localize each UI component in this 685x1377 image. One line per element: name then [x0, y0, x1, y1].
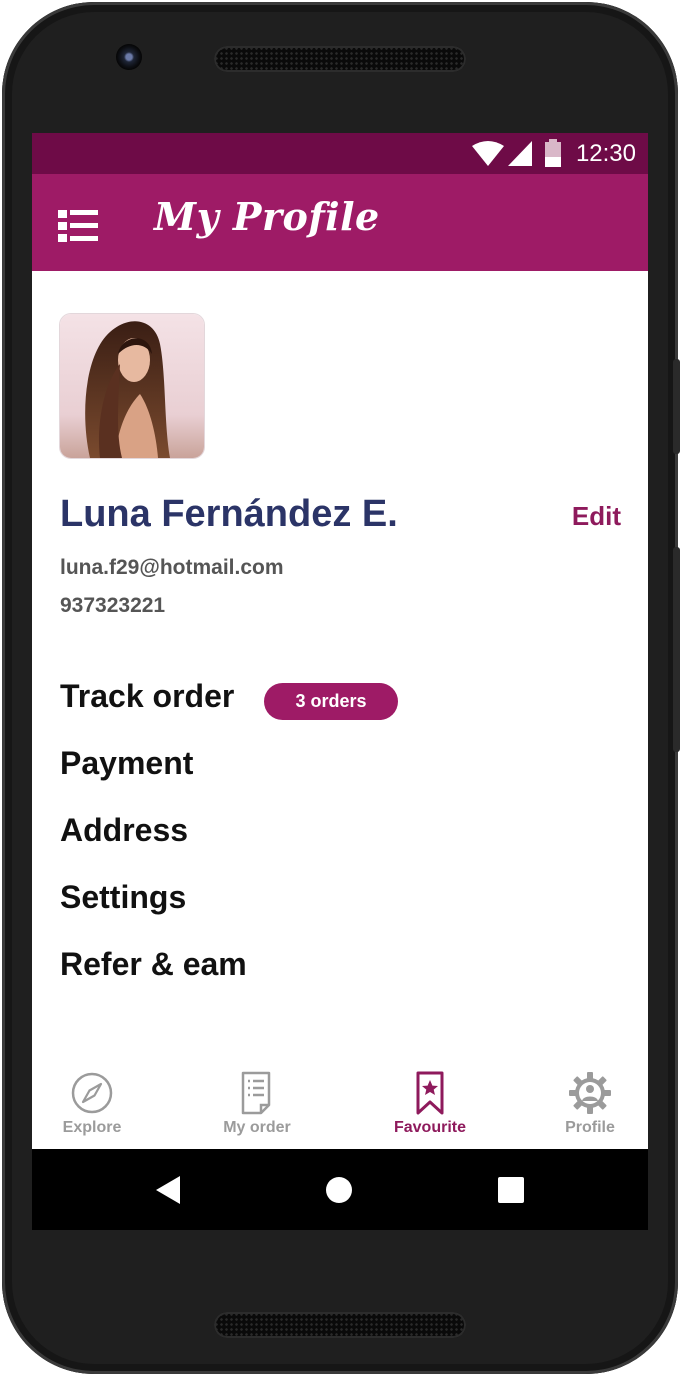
nav-profile[interactable]: Profile	[530, 1063, 648, 1137]
menu-item-address[interactable]: Address	[60, 812, 620, 879]
front-camera	[116, 44, 142, 70]
phone-frame: 12:30 My Profile Luna Fernández E. Edit …	[2, 2, 680, 1374]
bookmark-star-icon	[416, 1071, 444, 1115]
profile-name: Luna Fernández E.	[60, 493, 398, 535]
wifi-icon	[472, 141, 504, 166]
nav-label: My order	[223, 1119, 291, 1136]
menu-item-label: Track order	[60, 678, 235, 714]
nav-label: Explore	[62, 1119, 122, 1136]
screen: 12:30 My Profile Luna Fernández E. Edit …	[32, 133, 648, 1230]
home-icon[interactable]	[325, 1176, 353, 1204]
nav-my-order[interactable]: My order	[197, 1063, 317, 1137]
back-icon[interactable]	[154, 1174, 182, 1206]
power-button	[673, 359, 680, 454]
profile-menu: Track order 3 orders Payment Address Set…	[60, 678, 620, 1013]
signal-icon	[508, 141, 532, 166]
menu-item-label: Payment	[60, 745, 194, 781]
top-speaker	[214, 46, 466, 72]
gear-user-icon	[569, 1072, 611, 1114]
system-navigation-bar	[32, 1149, 648, 1230]
menu-item-label: Address	[60, 812, 189, 848]
battery-icon	[545, 139, 561, 167]
avatar-photo	[60, 314, 204, 458]
profile-email: luna.f29@hotmail.com	[60, 556, 284, 579]
avatar[interactable]	[59, 313, 205, 459]
menu-item-settings[interactable]: Settings	[60, 879, 620, 946]
app-bar: My Profile	[32, 174, 648, 271]
menu-icon[interactable]	[58, 210, 98, 242]
compass-icon	[71, 1072, 113, 1114]
nav-explore[interactable]: Explore	[32, 1063, 152, 1137]
volume-button	[673, 547, 680, 752]
menu-item-track-order[interactable]: Track order 3 orders	[60, 678, 620, 745]
orders-badge: 3 orders	[264, 683, 398, 720]
edit-button[interactable]: Edit	[572, 501, 621, 532]
status-bar: 12:30	[32, 133, 648, 174]
nav-label: Profile	[565, 1119, 615, 1136]
receipt-icon	[241, 1071, 271, 1115]
menu-item-payment[interactable]: Payment	[60, 745, 620, 812]
nav-label: Favourite	[393, 1119, 466, 1136]
status-time: 12:30	[575, 140, 636, 167]
bottom-navigation: Explore My order Favourite Profile	[32, 1063, 648, 1148]
bottom-speaker	[214, 1312, 466, 1338]
menu-item-refer-earn[interactable]: Refer & eam	[60, 946, 620, 1013]
menu-item-label: Settings	[60, 879, 187, 915]
profile-phone: 937323221	[60, 594, 166, 617]
nav-favourite[interactable]: Favourite	[370, 1063, 490, 1137]
page-title: My Profile	[154, 194, 380, 239]
menu-item-label: Refer & eam	[60, 946, 247, 982]
recents-icon[interactable]	[497, 1176, 525, 1204]
